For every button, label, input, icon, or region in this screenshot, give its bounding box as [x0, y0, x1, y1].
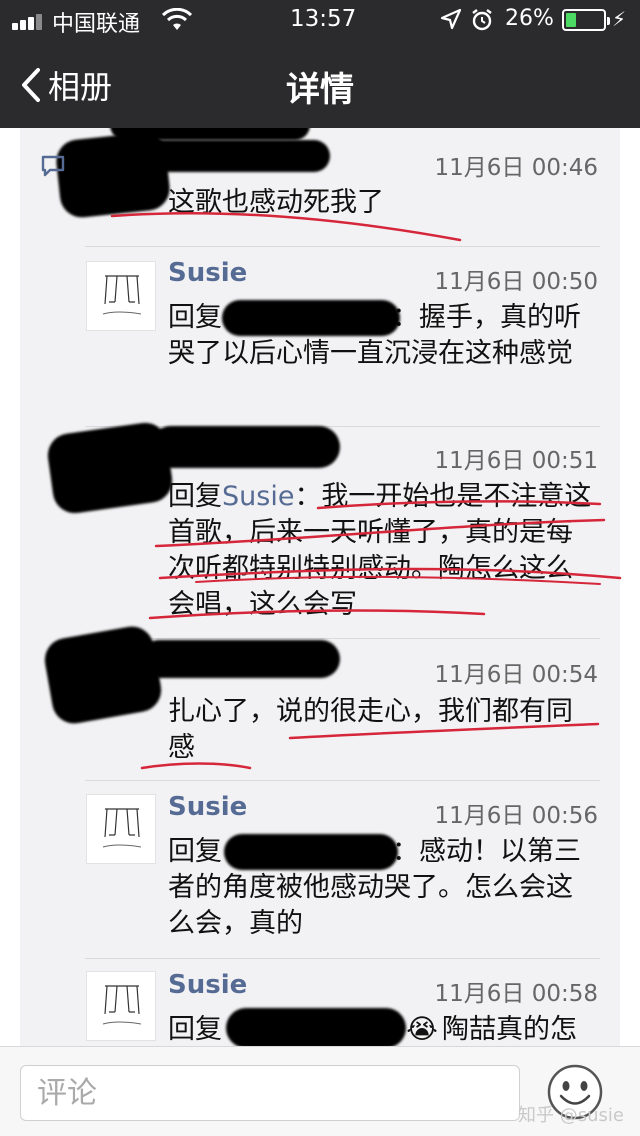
comment-text: 扎心了，说的很走心，我们都有同感 [168, 696, 573, 763]
comment-author[interactable]: Susie [168, 970, 247, 1000]
comment-time: 11月6日 00:46 [434, 155, 599, 181]
mention-link[interactable]: Susie [222, 481, 294, 512]
redaction-mark [226, 1008, 406, 1046]
comment-time: 11月6日 00:51 [434, 448, 599, 474]
status-time: 13:57 [290, 6, 357, 32]
avatar[interactable] [86, 971, 156, 1041]
comment-input-bar: 知乎 @susie [0, 1046, 640, 1136]
comment-text: 回复Susie：我一开始也是不注意这首歌，后来一天听懂了，真的是每次听都特别特别… [168, 481, 592, 620]
divider [85, 246, 600, 247]
comment-input[interactable] [20, 1065, 520, 1121]
comment-text: 这歌也感动死我了 [168, 187, 384, 218]
comment-time: 11月6日 00:56 [434, 803, 599, 829]
location-arrow-icon [440, 8, 462, 30]
divider [85, 958, 600, 959]
wifi-icon [162, 8, 192, 30]
crying-face-emoji: 😭 [406, 1014, 438, 1045]
charging-bolt-icon: ⚡ [612, 7, 627, 31]
comment-time: 11月6日 00:50 [434, 269, 599, 295]
comment-list[interactable]: 11月6日 00:46 这歌也感动死我了 Susie 11月6日 00:50 回… [0, 128, 640, 1046]
redaction-mark [222, 300, 400, 336]
watermark-text: 知乎 @susie [518, 1105, 624, 1126]
redaction-mark [224, 834, 398, 870]
battery-icon [562, 9, 610, 31]
avatar[interactable] [86, 794, 156, 864]
sketch-avatar-image [102, 808, 142, 848]
alarm-clock-icon [472, 9, 492, 31]
carrier-name: 中国联通 [52, 12, 141, 37]
redaction-mark [130, 140, 330, 172]
redaction-mark [140, 640, 340, 678]
comment-author[interactable]: Susie [168, 792, 247, 822]
sketch-avatar-image [102, 275, 142, 315]
page-title: 详情 [286, 70, 354, 110]
top-bar: 中国联通 13:57 26% ⚡ 相册 详情 [0, 0, 640, 128]
comment-author[interactable]: Susie [168, 258, 247, 288]
comment-time: 11月6日 00:54 [434, 662, 599, 688]
divider [85, 780, 600, 781]
status-bar: 中国联通 13:57 26% ⚡ [0, 0, 640, 40]
navigation-bar: 相册 详情 [0, 40, 640, 128]
battery-percent: 26% [505, 6, 554, 31]
redaction-mark [150, 426, 340, 468]
avatar[interactable] [86, 261, 156, 331]
divider [85, 638, 600, 639]
comment-bubble-icon [41, 155, 65, 177]
signal-strength-icon [12, 12, 48, 30]
battery-level [566, 13, 576, 27]
sketch-avatar-image [102, 985, 142, 1025]
comment-time: 11月6日 00:58 [434, 981, 599, 1007]
